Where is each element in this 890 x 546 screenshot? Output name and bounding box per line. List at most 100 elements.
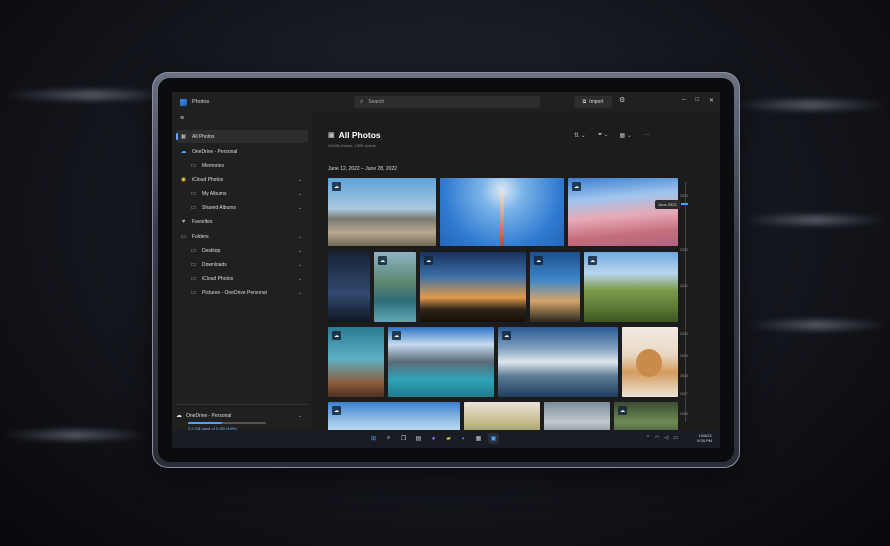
chevron-down-icon[interactable]: ⌄ <box>298 262 302 268</box>
chat-icon[interactable]: ● <box>428 433 439 444</box>
photo-clouds[interactable]: ☁ <box>328 402 460 430</box>
sidebar-item-all-photos[interactable]: ▣ All Photos <box>176 130 308 143</box>
edge-icon[interactable]: ◐ <box>458 433 469 444</box>
folder-icon: ▭ <box>190 276 197 282</box>
sidebar: ≡ ▣ All Photos ☁ OneDrive - Personal ▭ M… <box>172 112 312 431</box>
photos-app-icon <box>180 98 187 106</box>
cloud-badge-icon: ☁ <box>392 331 401 340</box>
sidebar-item-label: OneDrive - Personal <box>192 148 238 155</box>
photo-tower-ride[interactable] <box>440 178 564 246</box>
chevron-down-icon[interactable]: ⌄ <box>298 248 302 254</box>
chevron-down-icon[interactable]: ⌄ <box>298 276 302 282</box>
photo-night-sky[interactable] <box>328 252 370 322</box>
timeline-year[interactable]: 2016 <box>680 412 688 416</box>
chevron-down-icon[interactable]: ⌄ <box>298 191 302 197</box>
sidebar-item-label: iCloud Photos <box>202 275 234 282</box>
page-title: ▣ All Photos <box>328 130 381 140</box>
battery-icon[interactable]: ▭ <box>673 435 678 441</box>
chevron-down-icon[interactable]: ⌄ <box>298 177 302 183</box>
timeline-year[interactable]: 2021 <box>680 284 688 288</box>
maximize-button[interactable]: □ <box>695 97 699 104</box>
volume-icon[interactable]: ◁ <box>664 435 668 441</box>
gear-icon[interactable]: ⚙ <box>619 96 625 104</box>
more-options-button[interactable]: ··· <box>644 132 650 139</box>
chevron-up-icon[interactable]: ⌃ <box>646 435 650 441</box>
chevron-down-icon[interactable]: ⌄ <box>298 290 302 296</box>
title-bar: Photos ⌕ Search ⧉ Import ⚙ – □ ✕ <box>172 92 720 112</box>
sidebar-item-my-albums[interactable]: ▭ My Albums ⌄ <box>176 187 308 200</box>
sidebar-item-onedrive[interactable]: ☁ OneDrive - Personal <box>176 145 308 158</box>
timeline-scrubber[interactable]: 2023 2022 2021 2020 2019 2018 2017 2016 <box>680 192 694 422</box>
sidebar-item-label: Shared Albums <box>202 204 236 211</box>
photo-beach-pier[interactable]: ☁ <box>328 327 384 397</box>
tower-shape <box>500 192 504 246</box>
photo-food-plate[interactable] <box>464 402 540 430</box>
photo-mountain-lake[interactable]: ☁ <box>388 327 494 397</box>
cloud-badge-icon: ☁ <box>332 331 341 340</box>
photo-green-hills[interactable]: ☁ <box>584 252 678 322</box>
search-input[interactable]: ⌕ Search <box>354 96 540 108</box>
photo-waterfall-pool[interactable]: ☁ <box>374 252 416 322</box>
chevron-down-icon[interactable]: ⌄ <box>298 413 302 419</box>
folder-icon: ▭ <box>190 262 197 268</box>
system-tray: ⌃ ◠ ◁ ▭ <box>646 435 678 441</box>
sort-icon[interactable]: ⇅ ⌄ <box>574 132 586 139</box>
timeline-year[interactable]: 2018 <box>680 374 688 378</box>
timeline-year[interactable]: 2023 <box>680 194 688 198</box>
background-streak <box>745 320 890 330</box>
sidebar-item-desktop[interactable]: ▭ Desktop ⌄ <box>176 244 308 257</box>
photo-airplane-view[interactable]: ☁ <box>568 178 678 246</box>
timeline-year[interactable]: 2019 <box>680 354 688 358</box>
timeline-year[interactable]: 2022 <box>680 248 688 252</box>
task-view-icon[interactable]: ❐ <box>398 433 409 444</box>
sidebar-item-favorites[interactable]: ♥ Favorites <box>176 215 308 228</box>
chevron-down-icon[interactable]: ⌄ <box>298 234 302 240</box>
timeline-year[interactable]: 2017 <box>680 392 688 396</box>
widgets-icon[interactable]: ▤ <box>413 433 424 444</box>
wifi-icon[interactable]: ◠ <box>655 435 659 441</box>
sidebar-item-pictures-onedrive[interactable]: ▭ Pictures - OneDrive Personal ⌄ <box>176 286 308 299</box>
view-icon[interactable]: ▦ ⌄ <box>619 132 631 139</box>
folder-icon: ▭ <box>190 205 197 211</box>
search-icon[interactable]: ⌕ <box>383 433 394 444</box>
cloud-badge-icon: ☁ <box>572 182 581 191</box>
sidebar-item-downloads[interactable]: ▭ Downloads ⌄ <box>176 258 308 271</box>
file-explorer-icon[interactable]: ▰ <box>443 433 454 444</box>
sidebar-item-folders[interactable]: ▭ Folders ⌄ <box>176 230 308 243</box>
store-icon[interactable]: ▦ <box>473 433 484 444</box>
clock[interactable]: 10/6/21 9:28 PM <box>697 433 712 443</box>
chevron-down-icon[interactable]: ⌄ <box>298 205 302 211</box>
photo-plants[interactable]: ☁ <box>614 402 678 430</box>
app-title: Photos <box>192 99 210 105</box>
cloud-badge-icon: ☁ <box>378 256 387 265</box>
sidebar-item-label: Memories <box>202 162 224 169</box>
photo-cloudy-landscape[interactable] <box>544 402 610 430</box>
page-title-text: All Photos <box>338 130 381 140</box>
photos-icon: ▣ <box>180 134 187 140</box>
minimize-button[interactable]: – <box>682 97 685 104</box>
icloud-icon: ◉ <box>180 177 187 183</box>
cloud-icon: ☁ <box>176 413 182 419</box>
sidebar-item-icloud[interactable]: ◉ iCloud Photos ⌄ <box>176 173 308 186</box>
import-button[interactable]: ⧉ Import <box>574 96 612 108</box>
folder-icon: ▭ <box>190 248 197 254</box>
background-streak <box>730 100 890 110</box>
heart-icon: ♥ <box>181 218 186 225</box>
menu-icon[interactable]: ≡ <box>180 115 184 122</box>
photo-lake-dusk[interactable]: ☁ <box>530 252 580 322</box>
timeline-year[interactable]: 2020 <box>680 332 688 336</box>
filter-icon[interactable]: ⏷ ⌄ <box>598 132 608 139</box>
date-range-header: June 12, 2022 – June 28, 2022 <box>328 166 397 172</box>
photo-puppy[interactable] <box>622 327 678 397</box>
close-button[interactable]: ✕ <box>709 97 714 104</box>
sidebar-item-icloud-folder[interactable]: ▭ iCloud Photos ⌄ <box>176 272 308 285</box>
photo-harbor-building[interactable]: ☁ <box>498 327 618 397</box>
sidebar-item-memories[interactable]: ▭ Memories <box>176 159 308 172</box>
photo-sunset-trees[interactable]: ☁ <box>420 252 526 322</box>
start-icon[interactable]: ⊞ <box>368 433 379 444</box>
photos-taskbar-icon[interactable]: ▣ <box>488 433 499 444</box>
photo-city-skyline[interactable]: ☁ <box>328 178 436 246</box>
sidebar-item-shared-albums[interactable]: ▭ Shared Albums ⌄ <box>176 201 308 214</box>
folder-icon: ▭ <box>180 234 187 240</box>
main-toolbar: ⇅ ⌄ ⏷ ⌄ ▦ ⌄ ··· <box>574 132 650 139</box>
